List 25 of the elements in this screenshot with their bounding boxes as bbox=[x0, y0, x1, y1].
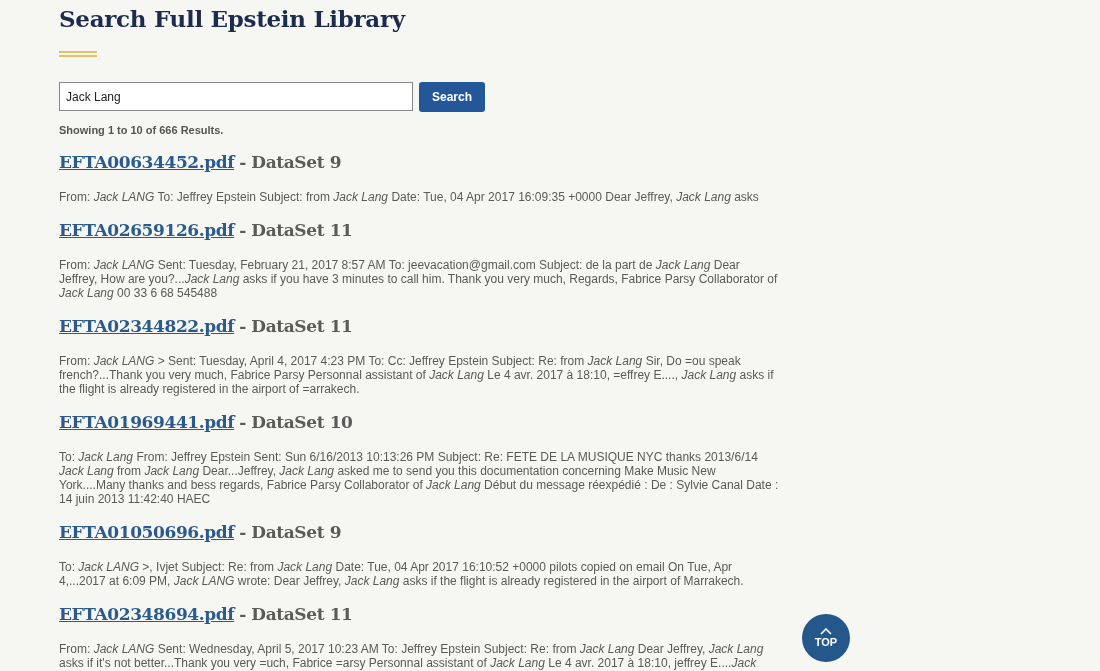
result-snippet: From: Jack LANG To: Jeffrey Epstein Subject: from Jack Lang Date: Tue, 04 Apr 2017 16:09:35 +0000 Dear Jeffrey, Jack Lang asks bbox=[59, 190, 760, 204]
result-snippet: To: Jack LANG >, Ivjet Subject: Re: from Jack Lang Date: Tue, 04 Apr 2017 16:10:52 +0000 pilots copied on email On Tue, Apr 4,...2017 at 6:09 PM, Jack LANG wrote: Dear Jeffrey, Jack Lang asks if the flight is already registered in the airport of Marrakech. bbox=[59, 560, 745, 588]
dataset-label: - DataSet 9 bbox=[239, 522, 342, 542]
result-snippet: From: Jack LANG > Sent: Tuesday, April 4, 2017 4:23 PM To: Cc: Jeffrey Epstein Subject: Re: from Jack Lang Sir, Do =ou speak french?...Thank you very much, Fabrice Parsy Personnal assistant of Jack Lang Le 4 avr. 2017 à 18:10, =effrey E...., Jack Lang asks if the flight is already registered in the airport of =arrakech. bbox=[59, 354, 775, 396]
results-summary: Showing 1 to 10 of 666 Results. bbox=[59, 124, 225, 136]
dataset-label: - DataSet 11 bbox=[239, 220, 353, 240]
back-to-top-button[interactable]: TOP bbox=[802, 614, 850, 662]
document-link[interactable]: EFTA01969441.pdf bbox=[59, 412, 235, 432]
result-snippet: To: Jack Lang From: Jeffrey Epstein Sent: Sun 6/16/2013 10:13:26 PM Subject: Re: FETE DE LA MUSIQUE NYC thanks 2013/6/14 Jack Lang from Jack Lang Dear...Jeffrey, Jack Lang asked me to send you this documentation concerning Make Music New York....Many thanks and bess regards, Fabrice Parsy Collaborator of Jack Lang Début du message réexpédié : De : Sylvie Canal Date : 14 juin 2013 11:42:40 HAEC bbox=[59, 450, 779, 506]
document-link[interactable]: EFTA02344822.pdf bbox=[59, 316, 235, 336]
document-link[interactable]: EFTA00634452.pdf bbox=[59, 152, 235, 172]
chevron-up-icon bbox=[820, 628, 832, 635]
title-underline bbox=[59, 51, 97, 57]
dataset-label: - DataSet 11 bbox=[239, 316, 353, 336]
search-field[interactable]: Jack Lang bbox=[59, 82, 413, 111]
dataset-label: - DataSet 11 bbox=[239, 604, 353, 624]
result-snippet: From: Jack LANG Sent: Wednesday, April 5, 2017 10:23 AM To: Jeffrey Epstein Subject: Re: from Jack Lang Dear Jeffrey, Jack Lang asks if it's not better...Thank you very =uch, Fabrice =arsy Personnal assistant of Jack Lang Le 4 avr. 2017 à 18:10, jeffrey E....Jack bbox=[59, 642, 765, 670]
search-button[interactable]: Search bbox=[419, 82, 486, 112]
dataset-label: - DataSet 10 bbox=[239, 412, 353, 432]
document-link[interactable]: EFTA01050696.pdf bbox=[59, 522, 235, 542]
result-snippet: From: Jack LANG Sent: Tuesday, February 21, 2017 8:57 AM To: jeevacation@gmail.com Subject: de la part de Jack Lang Dear Jeffrey, How are you?...Jack Lang asks if you have 3 minutes to call him. Thank you very much, Regards, Fabrice Parsy Collaborator of Jack Lang 00 33 6 68 545488 bbox=[59, 258, 779, 300]
document-link[interactable]: EFTA02348694.pdf bbox=[59, 604, 235, 624]
page-title: Search Full Epstein Library bbox=[59, 6, 407, 32]
dataset-label: - DataSet 9 bbox=[239, 152, 342, 172]
document-link[interactable]: EFTA02659126.pdf bbox=[59, 220, 235, 240]
